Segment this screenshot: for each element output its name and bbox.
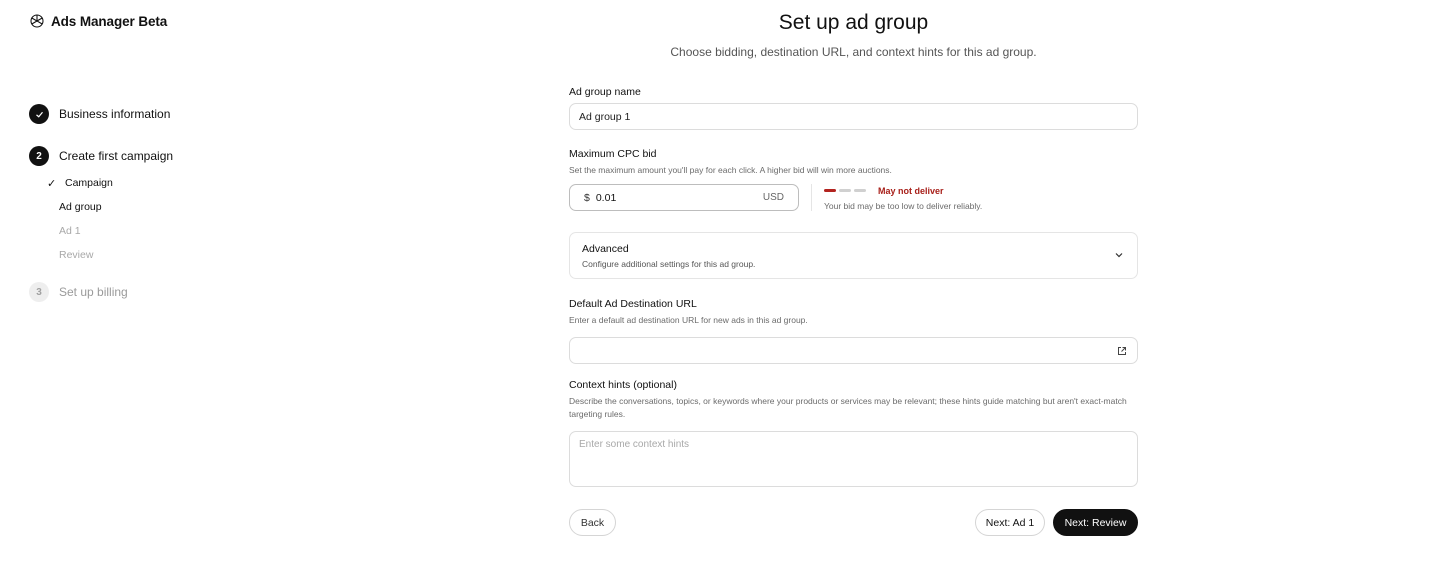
page-subtitle: Choose bidding, destination URL, and con… (670, 45, 1037, 59)
strength-bar-filled (824, 189, 836, 192)
currency-symbol: $ (584, 191, 590, 204)
substep-label: Ad group (59, 201, 102, 213)
openai-logo-icon (30, 14, 44, 28)
cpc-value: 0.01 (595, 191, 617, 204)
next-review-button[interactable]: Next: Review (1053, 509, 1138, 536)
step-label: Create first campaign (59, 149, 174, 163)
next-ad-button[interactable]: Next: Ad 1 (975, 509, 1045, 536)
advanced-title: Advanced (582, 243, 629, 255)
ad-group-name-input[interactable]: Ad group 1 (569, 103, 1138, 130)
step-create-first-campaign[interactable]: 2 Create first campaign (29, 146, 173, 166)
field-help: Set the maximum amount you'll pay for ea… (569, 165, 892, 175)
ad-group-name-field: Ad group name Ad group 1 (569, 86, 1138, 130)
cpc-bid-input[interactable]: $ 0.01 USD (569, 184, 799, 211)
currency-code: USD (762, 192, 784, 203)
context-hints-field: Context hints (optional) Describe the co… (569, 379, 1138, 487)
form-actions: Back Next: Ad 1 Next: Review (569, 509, 1138, 536)
step-check-icon (29, 104, 49, 124)
substeps: ✓ Campaign Ad group Ad 1 Review (47, 175, 113, 271)
brand-name: Ads Manager Beta (51, 13, 168, 29)
substep-label: Review (59, 249, 94, 261)
brand[interactable]: Ads Manager Beta (29, 13, 167, 29)
step-label: Business information (59, 107, 171, 121)
strength-bar-empty (839, 189, 851, 192)
step-business-information[interactable]: Business information (29, 104, 170, 124)
check-icon: ✓ (47, 177, 57, 190)
back-button[interactable]: Back (569, 509, 616, 536)
field-help: Describe the conversations, topics, or k… (569, 396, 1127, 419)
chevron-down-icon (1115, 253, 1123, 258)
substep-ad-group[interactable]: Ad group (59, 199, 113, 215)
substep-label: Ad 1 (59, 225, 81, 237)
substep-review: Review (59, 247, 113, 263)
step-set-up-billing: 3 Set up billing (29, 282, 128, 302)
destination-url-input[interactable] (569, 337, 1138, 364)
advanced-subtitle: Configure additional settings for this a… (582, 259, 756, 269)
divider (811, 184, 812, 211)
field-label: Ad group name (569, 86, 641, 98)
substep-ad-1: Ad 1 (59, 223, 113, 239)
field-label: Default Ad Destination URL (569, 298, 697, 310)
field-label: Maximum CPC bid (569, 148, 657, 160)
field-help: Enter a default ad destination URL for n… (569, 315, 808, 325)
context-hints-textarea[interactable]: Enter some context hints (569, 431, 1138, 487)
strength-bar-empty (854, 189, 866, 192)
external-link-icon[interactable] (1117, 346, 1127, 356)
field-label: Context hints (optional) (569, 379, 677, 391)
substep-campaign[interactable]: ✓ Campaign (47, 175, 113, 191)
substep-label: Campaign (65, 177, 113, 189)
destination-url-field: Default Ad Destination URL Enter a defau… (569, 298, 1138, 364)
step-label: Set up billing (59, 285, 128, 299)
advanced-section-toggle[interactable]: Advanced Configure additional settings f… (569, 232, 1138, 279)
step-number: 3 (29, 282, 49, 302)
bid-strength-indicator: May not deliver Your bid may be too low … (824, 184, 982, 211)
cpc-bid-field: Maximum CPC bid Set the maximum amount y… (569, 148, 1138, 211)
bid-status-help: Your bid may be too low to deliver relia… (824, 201, 983, 211)
bid-status-text: May not deliver (878, 185, 944, 196)
step-number: 2 (29, 146, 49, 166)
page-title: Set up ad group (778, 11, 929, 34)
